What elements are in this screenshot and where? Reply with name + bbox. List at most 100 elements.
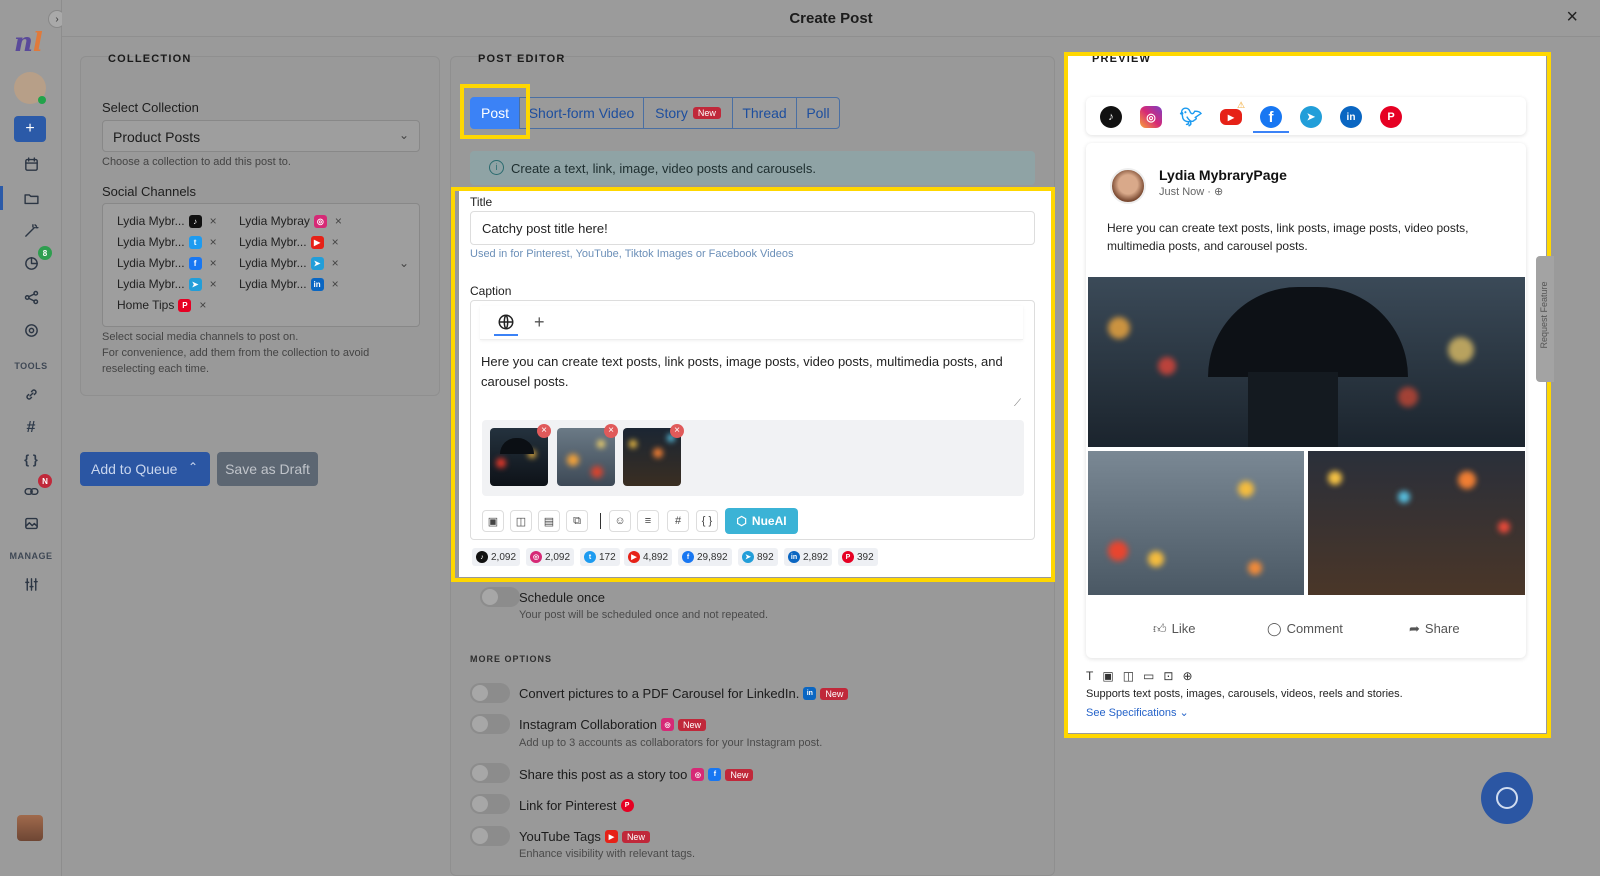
- braces-icon[interactable]: { }: [17, 445, 45, 473]
- tab-poll[interactable]: Poll: [796, 97, 840, 129]
- channel-chip[interactable]: Lydia Mybr... ➤ ×: [117, 277, 217, 291]
- save-as-draft-button[interactable]: Save as Draft: [217, 452, 318, 486]
- info-text: Create a text, link, image, video posts …: [511, 161, 816, 176]
- chevron-down-icon: ⌄: [398, 128, 409, 142]
- magic-wand-icon[interactable]: [17, 216, 45, 244]
- image-icon[interactable]: ▣: [482, 510, 504, 532]
- braces-icon[interactable]: { }: [696, 510, 718, 532]
- channel-chip[interactable]: Lydia Mybr... in ×: [239, 277, 339, 291]
- schedule-once-toggle[interactable]: [480, 587, 520, 607]
- channel-chip[interactable]: Lydia Mybr... ♪ ×: [117, 214, 217, 228]
- channel-chip[interactable]: Lydia Mybr... t ×: [117, 235, 217, 249]
- settings-gear-icon[interactable]: [17, 316, 45, 344]
- globe-icon[interactable]: [494, 312, 518, 336]
- youtube-tags-label: YouTube Tags: [519, 829, 601, 844]
- character-count: ♪ 2,092: [472, 548, 521, 566]
- document-icon[interactable]: ▤: [538, 510, 560, 532]
- add-caption-icon[interactable]: +: [534, 312, 545, 333]
- remove-chip-icon[interactable]: ×: [332, 235, 339, 249]
- reel-type-icon: ⊡: [1163, 669, 1174, 683]
- new-badge: New: [678, 718, 707, 731]
- channel-chip[interactable]: Lydia Mybr... ▶ ×: [239, 235, 339, 249]
- pdf-carousel-option: Convert pictures to a PDF Carousel for L…: [519, 686, 849, 701]
- linkedin-icon[interactable]: in: [1340, 106, 1362, 128]
- remove-media-icon[interactable]: ×: [670, 424, 684, 438]
- remove-chip-icon[interactable]: ×: [210, 214, 217, 228]
- hashtag-icon[interactable]: #: [17, 414, 45, 442]
- emoji-icon[interactable]: ☺: [609, 510, 631, 532]
- video-type-icon: ▭: [1143, 669, 1155, 683]
- calendar-icon[interactable]: [17, 150, 45, 178]
- remove-media-icon[interactable]: ×: [604, 424, 618, 438]
- title-input[interactable]: Catchy post title here!: [470, 211, 1035, 245]
- tab-thread[interactable]: Thread: [732, 97, 797, 129]
- like-button[interactable]: 👍︎ Like: [1153, 621, 1195, 637]
- pinterest-link-toggle[interactable]: [470, 794, 510, 814]
- facebook-icon: f: [188, 256, 202, 270]
- comment-button[interactable]: ◯ Comment: [1267, 621, 1343, 637]
- hashtag-icon[interactable]: #: [667, 510, 689, 532]
- request-feature-tab[interactable]: Request Feature: [1536, 256, 1554, 382]
- youtube-tags-toggle[interactable]: [470, 826, 510, 846]
- remove-chip-icon[interactable]: ×: [210, 256, 217, 270]
- caption-label: Caption: [470, 284, 512, 298]
- gallery-icon[interactable]: ⧉: [566, 510, 588, 532]
- instagram-collab-toggle[interactable]: [470, 714, 510, 734]
- see-specifications-link[interactable]: See Specifications ⌄: [1086, 706, 1189, 719]
- share-story-toggle[interactable]: [470, 763, 510, 783]
- tiktok-icon[interactable]: ♪: [1100, 106, 1122, 128]
- chevron-up-icon[interactable]: ⌃: [188, 460, 198, 474]
- sliders-icon[interactable]: [17, 570, 45, 598]
- remove-chip-icon[interactable]: ×: [199, 298, 206, 312]
- nueai-button[interactable]: ⬡ NueAI: [725, 508, 798, 534]
- remove-chip-icon[interactable]: ×: [332, 256, 339, 270]
- user-avatar[interactable]: [17, 815, 43, 841]
- media-library-icon[interactable]: [17, 509, 45, 537]
- app-logo[interactable]: nl: [14, 28, 43, 58]
- pdf-carousel-toggle[interactable]: [470, 683, 510, 703]
- chevron-down-icon: ⌄: [398, 256, 409, 270]
- video-icon[interactable]: ◫: [510, 510, 532, 532]
- remove-media-icon[interactable]: ×: [537, 424, 551, 438]
- share-nodes-icon[interactable]: [17, 283, 45, 311]
- telegram-icon[interactable]: ➤: [1300, 106, 1322, 128]
- add-to-queue-button[interactable]: Add to Queue ⌃: [80, 452, 210, 486]
- close-icon[interactable]: ×: [1566, 6, 1578, 29]
- channel-chip[interactable]: Lydia Mybray ◎ ×: [239, 214, 342, 228]
- channel-chip[interactable]: Home Tips P ×: [117, 298, 206, 312]
- twitter-icon[interactable]: 🐦︎: [1180, 106, 1202, 128]
- tab-short-form-video[interactable]: Short-form Video: [519, 97, 644, 129]
- active-platform-underline: [1253, 131, 1289, 133]
- create-button[interactable]: +: [14, 116, 46, 142]
- youtube-icon[interactable]: ▶: [1220, 109, 1242, 125]
- resize-handle-icon[interactable]: ⟋: [1014, 398, 1021, 409]
- pinterest-icon[interactable]: P: [1380, 106, 1402, 128]
- share-button[interactable]: ➦ Share: [1409, 621, 1460, 637]
- remove-chip-icon[interactable]: ×: [210, 277, 217, 291]
- tab-post[interactable]: Post: [470, 97, 520, 129]
- character-count: f 29,892: [678, 548, 732, 566]
- post-time: Just Now · ⊕: [1159, 185, 1223, 198]
- folder-icon[interactable]: [17, 184, 45, 212]
- facebook-icon: f: [682, 551, 694, 563]
- link-icon[interactable]: [17, 380, 45, 408]
- collection-select-hint: Choose a collection to add this post to.: [102, 156, 291, 168]
- remove-chip-icon[interactable]: ×: [335, 214, 342, 228]
- pinterest-icon: P: [842, 551, 854, 563]
- channel-chip[interactable]: Lydia Mybr... ➤ ×: [239, 256, 339, 270]
- tab-story[interactable]: Story New: [643, 97, 733, 129]
- remove-chip-icon[interactable]: ×: [210, 235, 217, 249]
- pinterest-icon: P: [620, 799, 634, 812]
- chat-support-button[interactable]: [1481, 772, 1533, 824]
- align-icon[interactable]: ≡: [637, 510, 659, 532]
- remove-chip-icon[interactable]: ×: [332, 277, 339, 291]
- channel-chip-label: Lydia Mybr...: [117, 277, 185, 291]
- channel-chip[interactable]: Lydia Mybr... f ×: [117, 256, 217, 270]
- facebook-icon[interactable]: f: [1260, 106, 1282, 128]
- instagram-icon[interactable]: ◎: [1140, 106, 1162, 128]
- caption-textarea[interactable]: Here you can create text posts, link pos…: [481, 352, 1029, 392]
- share-label: Share: [1424, 621, 1460, 636]
- character-count: ➤ 892: [738, 548, 778, 566]
- collection-select[interactable]: Product Posts ⌄: [102, 120, 420, 152]
- modal-header: Create Post ×: [62, 0, 1600, 37]
